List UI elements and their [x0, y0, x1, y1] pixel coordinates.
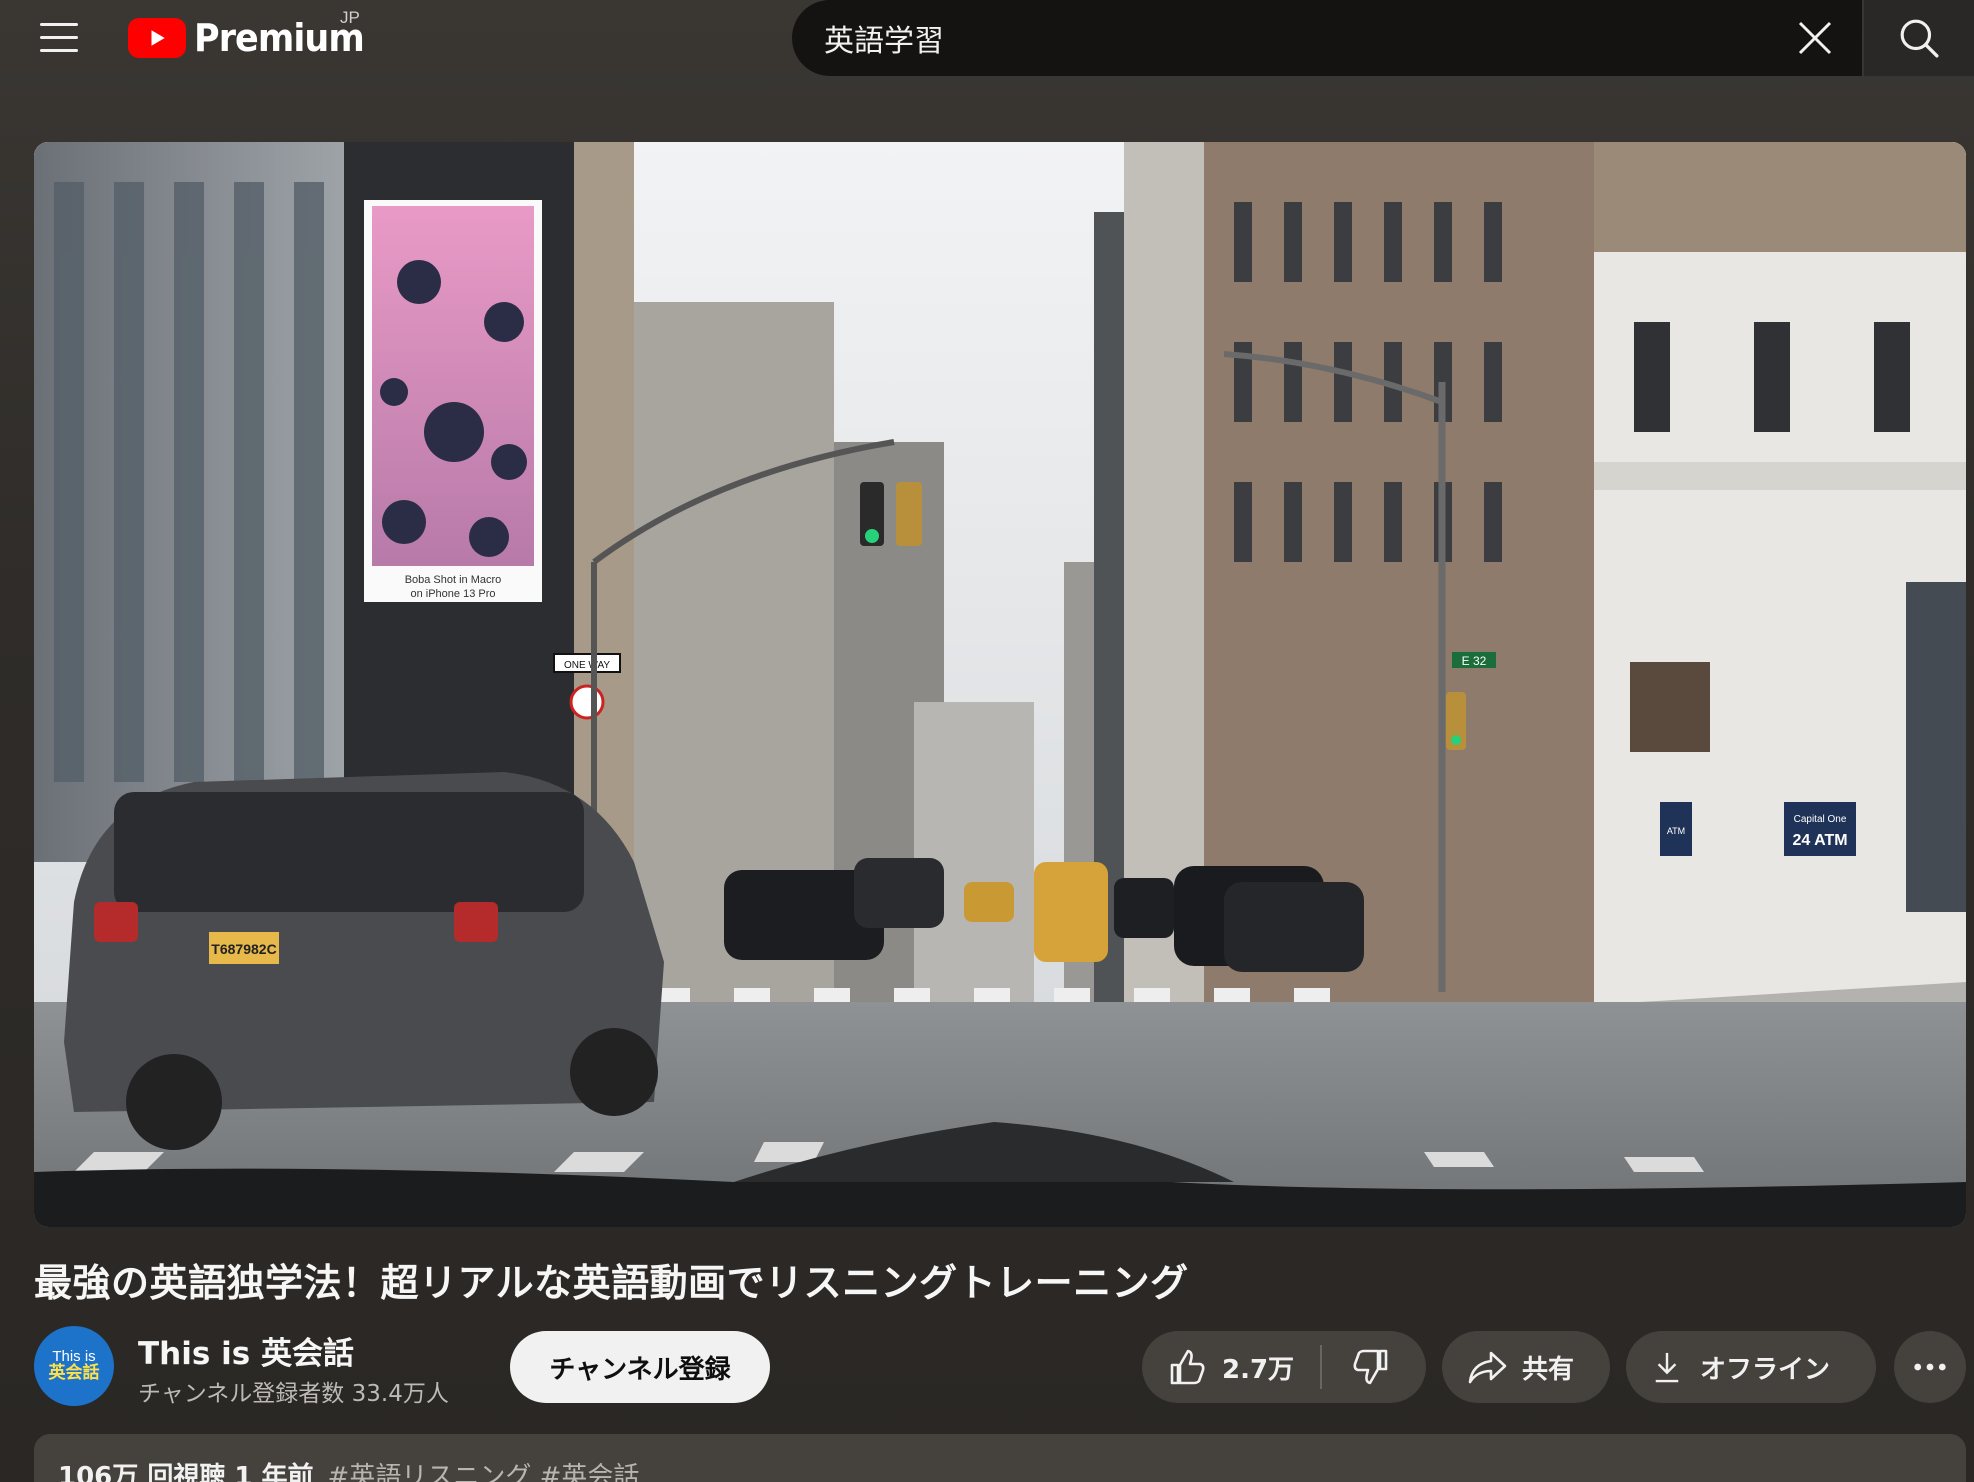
billboard-text: on iPhone 13 Pro — [410, 588, 495, 600]
menu-icon-line — [40, 48, 78, 52]
one-way-sign: ONE WAY — [564, 660, 610, 671]
thumbs-down-icon — [1353, 1349, 1388, 1385]
logo-text: Premium — [194, 16, 365, 60]
download-icon — [1655, 1352, 1679, 1383]
menu-icon-line — [40, 22, 78, 26]
billboard-text: Boba Shot in Macro — [405, 574, 502, 586]
search-button[interactable] — [1864, 0, 1974, 76]
thumbs-up-icon — [1170, 1349, 1205, 1385]
atm-label: 24 ATM — [1792, 832, 1847, 849]
youtube-premium-logo[interactable]: Premium JP — [128, 8, 379, 66]
search-input[interactable] — [824, 20, 1724, 56]
channel-avatar[interactable]: This is 英会話 — [34, 1326, 114, 1406]
avatar-text: 英会話 — [48, 1362, 100, 1383]
view-stats: 106万 回視聴 1 年前 — [58, 1462, 314, 1482]
more-horizontal-icon — [1914, 1363, 1946, 1371]
clear-search-button[interactable] — [1796, 19, 1834, 57]
offline-label: オフライン — [1700, 1354, 1831, 1385]
channel-name[interactable]: This is 英会話 — [138, 1328, 354, 1373]
share-icon — [1468, 1351, 1507, 1384]
share-button[interactable]: 共有 — [1442, 1331, 1610, 1403]
share-label: 共有 — [1522, 1354, 1575, 1385]
license-plate: T687982C — [211, 941, 276, 957]
offline-download-button[interactable]: オフライン — [1626, 1331, 1876, 1403]
more-actions-button[interactable] — [1894, 1331, 1966, 1403]
menu-button[interactable] — [28, 14, 90, 60]
region-code: JP — [340, 8, 360, 27]
like-count: 2.7万 — [1222, 1354, 1295, 1385]
close-icon — [1798, 21, 1832, 55]
street-name-sign: E 32 — [1462, 654, 1487, 668]
atm-label-small: ATM — [1667, 826, 1685, 836]
subscriber-count: チャンネル登録者数 33.4万人 — [138, 1381, 449, 1407]
like-dislike-group: 2.7万 — [1142, 1331, 1426, 1403]
video-player[interactable]: Boba Shot in Macro on iPhone 13 Pro Capi… — [34, 142, 1966, 1227]
atm-brand: Capital One — [1794, 814, 1847, 825]
description-box[interactable]: 106万 回視聴 1 年前 #英語リスニング #英会話 — [34, 1434, 1966, 1482]
dislike-button[interactable] — [1322, 1331, 1422, 1403]
subscribe-button[interactable]: チャンネル登録 — [510, 1331, 770, 1403]
like-button[interactable]: 2.7万 — [1142, 1331, 1320, 1403]
search-box — [792, 0, 1862, 76]
video-frame: Boba Shot in Macro on iPhone 13 Pro Capi… — [34, 142, 1966, 1227]
search-icon — [1900, 19, 1939, 58]
menu-icon-line — [40, 35, 78, 39]
video-title: 最強の英語独学法！超リアルな英語動画でリスニングトレーニング — [34, 1261, 1189, 1305]
hashtags[interactable]: #英語リスニング #英会話 — [328, 1462, 640, 1482]
youtube-play-icon — [128, 18, 186, 58]
